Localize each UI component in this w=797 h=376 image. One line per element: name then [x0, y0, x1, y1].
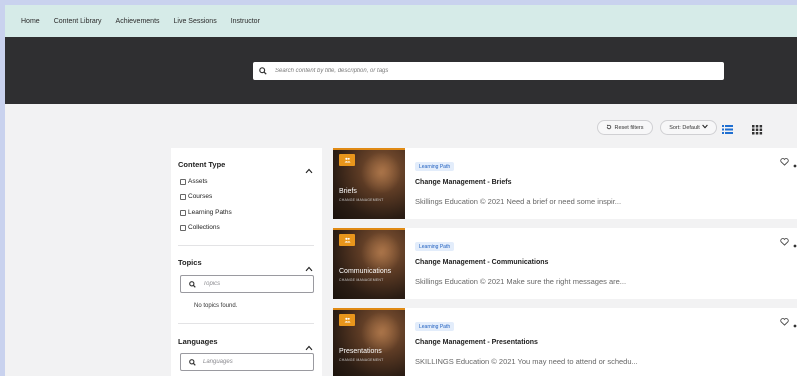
languages-search-field[interactable] [180, 353, 314, 371]
learning-path-badge-icon [339, 154, 355, 166]
filters-panel: Content Type Assets Courses Learning Pat… [171, 148, 322, 376]
nav-home[interactable]: Home [21, 18, 40, 25]
card-title[interactable]: Change Management - Briefs [415, 179, 511, 186]
app-frame: Home Content Library Achievements Live S… [5, 5, 797, 376]
more-options-icon[interactable] [793, 315, 797, 328]
languages-input[interactable] [203, 359, 303, 365]
nav-achievements[interactable]: Achievements [116, 18, 160, 25]
card-description: Skillings Education © 2021 Need a brief … [415, 197, 622, 206]
nav-live-sessions[interactable]: Live Sessions [174, 18, 217, 25]
content-card[interactable]: Presentations CHANGE MANAGEMENT Learning… [333, 308, 797, 376]
type-tag: Learning Path [415, 242, 455, 251]
search-box[interactable] [253, 62, 724, 80]
divider [178, 323, 314, 324]
reset-filters-button[interactable]: Reset filters [597, 120, 653, 135]
checkbox-label: Learning Paths [188, 209, 232, 216]
no-topics-message: No topics found. [194, 303, 238, 309]
topics-search-field[interactable] [180, 275, 314, 293]
more-options-icon[interactable] [793, 235, 797, 248]
reset-icon [606, 124, 612, 132]
thumbnail-title: Presentations [339, 348, 382, 355]
card-thumbnail: Presentations CHANGE MANAGEMENT [333, 308, 405, 376]
search-icon [259, 66, 269, 76]
checkbox-box[interactable] [180, 178, 186, 185]
thumbnail-subtitle: CHANGE MANAGEMENT [339, 198, 384, 202]
checkbox-label: Assets [188, 178, 208, 185]
checkbox-assets[interactable]: Assets [180, 178, 208, 185]
content-card[interactable]: Communications CHANGE MANAGEMENT Learnin… [333, 228, 797, 299]
checkbox-label: Courses [188, 193, 213, 200]
learning-path-badge-icon [339, 234, 355, 246]
search-icon [189, 358, 197, 366]
sort-label: Sort: Default [669, 124, 700, 131]
chevron-up-icon[interactable] [305, 259, 313, 272]
card-title[interactable]: Change Management - Communications [415, 259, 548, 266]
heart-icon[interactable] [780, 153, 789, 166]
learning-path-badge-icon [339, 314, 355, 326]
checkbox-box[interactable] [180, 224, 186, 231]
divider [178, 245, 314, 246]
checkbox-box[interactable] [180, 209, 186, 216]
nav-content-library[interactable]: Content Library [54, 18, 102, 25]
top-nav: Home Content Library Achievements Live S… [5, 5, 797, 37]
reset-filters-label: Reset filters [614, 124, 644, 131]
heart-icon[interactable] [780, 313, 789, 326]
search-band [5, 37, 797, 104]
card-thumbnail: Briefs CHANGE MANAGEMENT [333, 148, 405, 219]
content-card[interactable]: Briefs CHANGE MANAGEMENT Learning Path C… [333, 148, 797, 219]
topics-input[interactable] [203, 281, 303, 287]
card-thumbnail: Communications CHANGE MANAGEMENT [333, 228, 405, 299]
search-input[interactable] [275, 68, 715, 74]
filter-title-content-type: Content Type [178, 160, 226, 169]
thumbnail-glow [361, 152, 401, 194]
more-options-icon[interactable] [793, 155, 797, 168]
thumbnail-subtitle: CHANGE MANAGEMENT [339, 278, 384, 282]
sort-dropdown[interactable]: Sort: Default [660, 120, 717, 135]
filter-title-languages: Languages [178, 337, 218, 346]
card-description: Skillings Education © 2021 Make sure the… [415, 277, 627, 286]
checkbox-collections[interactable]: Collections [180, 224, 220, 231]
checkbox-label: Collections [188, 224, 220, 231]
grid-view-icon[interactable] [751, 122, 763, 135]
list-view-icon[interactable] [722, 122, 734, 134]
checkbox-box[interactable] [180, 193, 186, 200]
checkbox-learning-paths[interactable]: Learning Paths [180, 209, 232, 216]
heart-icon[interactable] [780, 233, 789, 246]
nav-instructor[interactable]: Instructor [231, 18, 260, 25]
thumbnail-accent-bar [333, 308, 405, 310]
checkbox-courses[interactable]: Courses [180, 193, 212, 200]
thumbnail-title: Communications [339, 268, 392, 275]
card-title[interactable]: Change Management - Presentations [415, 339, 538, 346]
card-description: SKILLINGS Education © 2021 You may need … [415, 357, 638, 366]
chevron-down-icon [701, 124, 708, 131]
filter-title-topics: Topics [178, 258, 202, 267]
thumbnail-accent-bar [333, 228, 405, 230]
type-tag: Learning Path [415, 322, 455, 331]
thumbnail-accent-bar [333, 148, 405, 150]
type-tag: Learning Path [415, 162, 455, 171]
chevron-up-icon[interactable] [305, 338, 313, 351]
chevron-up-icon[interactable] [305, 161, 313, 174]
search-icon [189, 280, 197, 288]
thumbnail-title: Briefs [339, 188, 357, 195]
thumbnail-subtitle: CHANGE MANAGEMENT [339, 358, 384, 362]
